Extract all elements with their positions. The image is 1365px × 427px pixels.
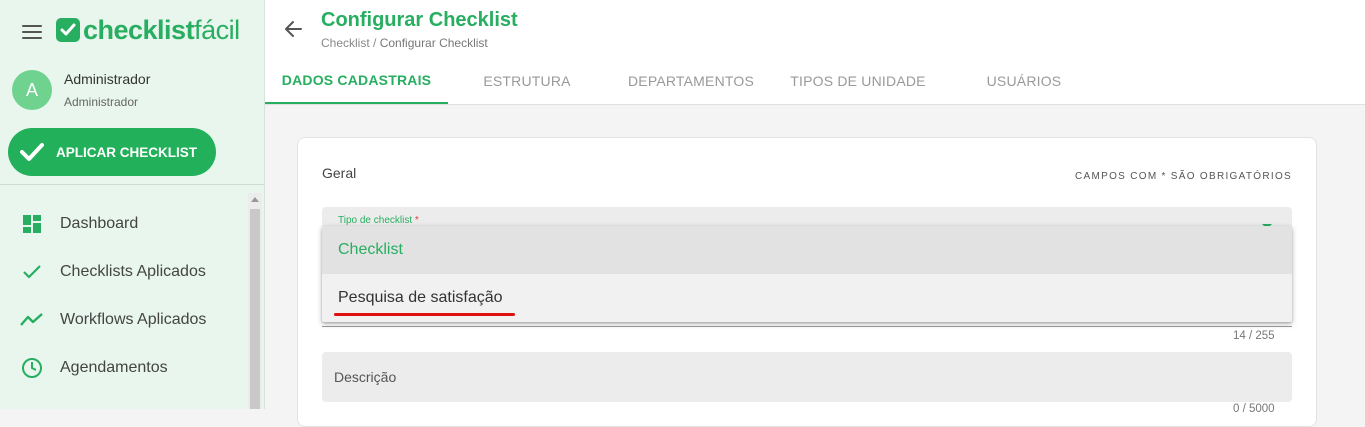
check-icon — [20, 260, 44, 284]
logo: checklistfácil — [56, 16, 240, 44]
avatar: A — [12, 70, 52, 110]
main-scrollbar[interactable] — [1343, 105, 1365, 409]
page-title: Configurar Checklist — [321, 9, 518, 31]
sidebar-item-checklists-aplicados[interactable]: Checklists Aplicados — [0, 248, 248, 296]
required-note: CAMPOS COM * SÃO OBRIGATÓRIOS — [1075, 171, 1292, 182]
scroll-up-icon[interactable] — [251, 197, 259, 202]
user-profile[interactable]: A Administrador Administrador — [12, 68, 252, 112]
sidebar-item-label: Checklists Aplicados — [60, 263, 206, 280]
sidebar-item-dashboard[interactable]: Dashboard — [0, 200, 248, 248]
breadcrumb-root[interactable]: Checklist — [321, 36, 370, 50]
tab-usuarios[interactable]: USUÁRIOS — [965, 57, 1083, 104]
description-char-counter: 0 / 5000 — [1233, 403, 1275, 415]
apply-checklist-button[interactable]: APLICAR CHECKLIST — [8, 128, 216, 176]
user-role: Administrador — [64, 95, 139, 109]
option-checklist[interactable]: Checklist — [322, 226, 1292, 274]
menu-icon[interactable] — [22, 25, 42, 39]
tab-departamentos[interactable]: DEPARTAMENTOS — [617, 57, 765, 104]
sidebar-item-agendamentos[interactable]: Agendamentos — [0, 344, 248, 392]
tab-tipos-de-unidade[interactable]: TIPOS DE UNIDADE — [783, 57, 933, 104]
breadcrumb-current: Configurar Checklist — [379, 36, 488, 50]
logo-check-icon — [56, 18, 80, 42]
sidebar-nav: Dashboard Checklists Aplicados Workflows… — [0, 200, 248, 392]
highlight-underline — [334, 313, 515, 316]
dashboard-icon — [20, 212, 44, 236]
breadcrumb-separator: / — [369, 36, 380, 50]
tab-estrutura[interactable]: ESTRUTURA — [463, 57, 591, 104]
sidebar-divider — [0, 184, 264, 185]
check-icon — [20, 142, 44, 162]
section-title: Geral — [322, 165, 357, 181]
tab-dados-cadastrais[interactable]: DADOS CADASTRAIS — [265, 57, 448, 104]
sidebar-item-workflows-aplicados[interactable]: Workflows Aplicados — [0, 296, 248, 344]
logo-text: checklistfácil — [83, 15, 240, 45]
description-field[interactable] — [322, 352, 1292, 402]
scrollbar-thumb[interactable] — [250, 209, 260, 409]
sidebar: checklistfácil A Administrador Administr… — [0, 0, 265, 409]
sidebar-item-label: Agendamentos — [60, 359, 168, 376]
checklist-type-dropdown: Checklist Pesquisa de satisfação — [322, 226, 1292, 322]
breadcrumb: Checklist / Configurar Checklist — [321, 36, 488, 50]
apply-checklist-label: APLICAR CHECKLIST — [56, 144, 197, 160]
description-label: Descrição — [334, 369, 397, 385]
name-field-underline — [322, 326, 1292, 327]
clock-icon — [20, 356, 44, 380]
trending-icon — [20, 308, 44, 332]
user-name: Administrador — [64, 71, 151, 87]
checklist-type-label: Tipo de checklist * — [338, 215, 419, 226]
sidebar-scrollbar[interactable] — [248, 193, 262, 409]
sidebar-item-label: Dashboard — [60, 215, 139, 232]
brand-bar: checklistfácil — [0, 0, 264, 62]
page-header: Configurar Checklist Checklist / Configu… — [265, 0, 1365, 105]
sidebar-item-label: Workflows Aplicados — [60, 311, 207, 328]
name-char-counter: 14 / 255 — [1233, 330, 1275, 342]
back-arrow-icon[interactable] — [283, 18, 305, 40]
